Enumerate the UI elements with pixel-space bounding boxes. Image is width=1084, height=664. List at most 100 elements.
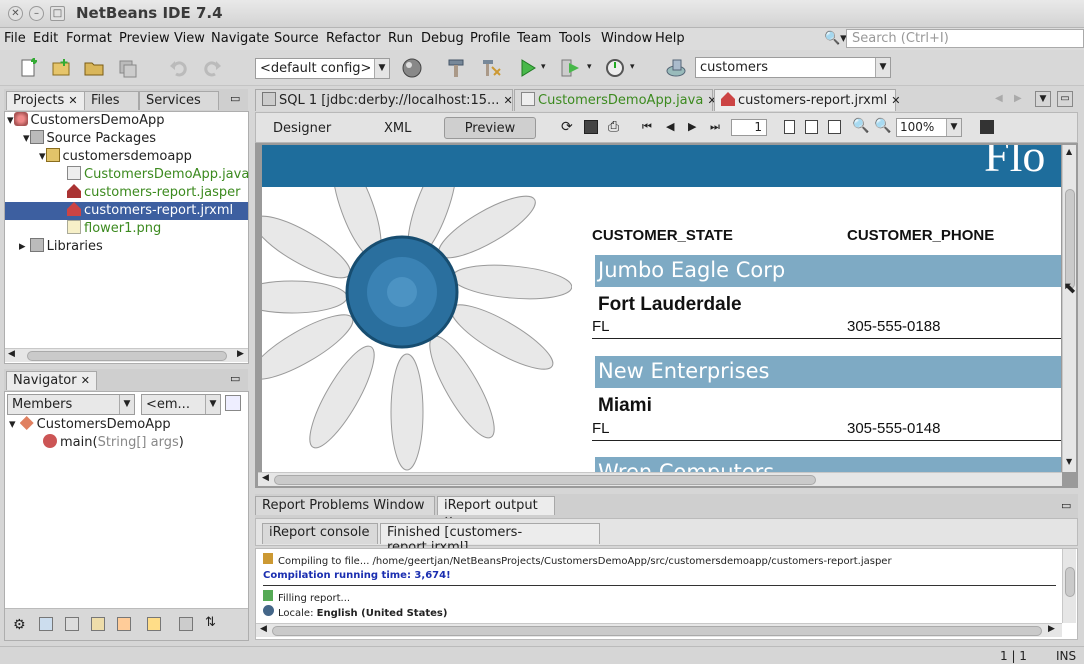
- profile-dropdown-icon[interactable]: ▾: [630, 62, 635, 72]
- scroll-thumb[interactable]: [274, 475, 816, 485]
- palette-icon-7[interactable]: [179, 617, 193, 631]
- tab-services[interactable]: Services: [139, 91, 219, 110]
- minimize-panel-icon[interactable]: ▭: [230, 92, 240, 105]
- new-file-icon[interactable]: [18, 57, 40, 79]
- menu-view[interactable]: View: [174, 31, 205, 46]
- menu-format[interactable]: Format: [66, 31, 112, 46]
- navigator-class-node[interactable]: ▾ CustomersDemoApp: [9, 416, 171, 434]
- tab-navigator[interactable]: Navigator ✕: [6, 371, 97, 390]
- scroll-right-icon[interactable]: ▶: [1048, 624, 1055, 634]
- actual-size-icon[interactable]: [784, 120, 795, 134]
- tree-file-java[interactable]: CustomersDemoApp.java: [67, 166, 249, 184]
- datasource-combo[interactable]: customers ▼: [695, 57, 891, 78]
- tree-file-png[interactable]: flower1.png: [67, 220, 161, 238]
- tab-report-problems[interactable]: Report Problems Window: [255, 496, 435, 515]
- fit-width-icon[interactable]: [828, 120, 841, 134]
- palette-icon-5[interactable]: [117, 617, 131, 631]
- maximize-editor-icon[interactable]: ▭: [1057, 91, 1073, 107]
- output-horizontal-scrollbar[interactable]: ◀ ▶: [256, 623, 1062, 637]
- datasource-icon[interactable]: [665, 57, 687, 79]
- palette-icon-4[interactable]: [91, 617, 105, 631]
- navigator-options-icon[interactable]: [225, 395, 241, 411]
- report-vertical-scrollbar[interactable]: ▲ ▼: [1062, 145, 1076, 472]
- menu-preview[interactable]: Preview: [119, 31, 170, 46]
- palette-icon-2[interactable]: [39, 617, 53, 631]
- scroll-thumb[interactable]: [1065, 189, 1075, 289]
- page-number-input[interactable]: 1: [731, 119, 767, 136]
- scroll-tabs-right-icon[interactable]: ▶: [1014, 93, 1022, 104]
- scroll-thumb[interactable]: [27, 351, 227, 361]
- save-icon[interactable]: [584, 120, 598, 134]
- close-icon[interactable]: ✕: [504, 94, 513, 107]
- close-icon[interactable]: ✕: [68, 94, 77, 107]
- tab-list-icon[interactable]: ▼: [1035, 91, 1051, 107]
- tree-source-packages[interactable]: ▾ Source Packages: [23, 130, 156, 148]
- editor-tab-jrxml[interactable]: customers-report.jrxml ✕: [714, 89, 900, 111]
- debug-dropdown-icon[interactable]: ▾: [587, 62, 592, 72]
- menu-profile[interactable]: Profile: [470, 31, 510, 46]
- clean-build-icon[interactable]: [480, 57, 502, 79]
- first-page-icon[interactable]: ⏮: [642, 120, 652, 134]
- close-icon[interactable]: ✕: [891, 94, 900, 107]
- scroll-thumb[interactable]: [1065, 567, 1075, 597]
- search-icon[interactable]: 🔍▾: [824, 31, 847, 46]
- last-page-icon[interactable]: ⏭: [710, 120, 720, 134]
- next-page-icon[interactable]: ▶: [688, 120, 696, 133]
- build-hammer-icon[interactable]: [445, 57, 467, 79]
- redo-icon[interactable]: [201, 57, 223, 79]
- close-window-button[interactable]: ✕: [8, 6, 23, 21]
- navigator-method-node[interactable]: main(String[] args): [43, 434, 184, 452]
- tab-files[interactable]: Files: [84, 91, 139, 110]
- menu-tools[interactable]: Tools: [559, 31, 591, 46]
- expand-arrow-icon[interactable]: ▸: [19, 239, 26, 254]
- menu-window[interactable]: Window: [601, 31, 652, 46]
- new-project-icon[interactable]: [50, 57, 72, 79]
- menu-file[interactable]: File: [4, 31, 26, 46]
- view-tab-xml[interactable]: XML: [384, 121, 411, 136]
- tree-libraries[interactable]: ▸ Libraries: [19, 238, 103, 256]
- menu-refactor[interactable]: Refactor: [326, 31, 381, 46]
- tab-projects[interactable]: Projects ✕: [6, 91, 85, 110]
- save-all-icon[interactable]: [117, 57, 139, 79]
- projects-horizontal-scrollbar[interactable]: ◀ ▶: [5, 348, 248, 362]
- scroll-tabs-left-icon[interactable]: ◀: [995, 93, 1003, 104]
- view-tab-designer[interactable]: Designer: [273, 121, 331, 136]
- menu-navigate[interactable]: Navigate: [211, 31, 269, 46]
- menu-help[interactable]: Help: [655, 31, 685, 46]
- globe-icon[interactable]: [401, 57, 423, 79]
- minimize-window-button[interactable]: –: [29, 6, 44, 21]
- palette-icon-6[interactable]: [147, 617, 161, 631]
- expand-arrow-icon[interactable]: ▾: [7, 113, 14, 128]
- config-combo[interactable]: <default config> ▼: [255, 58, 390, 79]
- export-icon[interactable]: [980, 120, 994, 134]
- scroll-down-icon[interactable]: ▼: [1066, 457, 1072, 466]
- undo-icon[interactable]: [168, 57, 190, 79]
- filter-combo[interactable]: <em... ▼: [141, 394, 221, 415]
- minimize-panel-icon[interactable]: ▭: [230, 372, 240, 385]
- tree-file-jrxml[interactable]: customers-report.jrxml: [5, 202, 248, 220]
- menu-team[interactable]: Team: [517, 31, 551, 46]
- tree-package[interactable]: ▾ customersdemoapp: [39, 148, 192, 166]
- editor-tab-sql[interactable]: SQL 1 [jdbc:derby://localhost:15... ✕: [255, 89, 513, 111]
- palette-sort-icon[interactable]: ⇅: [205, 615, 216, 630]
- expand-arrow-icon[interactable]: ▾: [9, 417, 16, 432]
- report-horizontal-scrollbar[interactable]: ◀: [258, 472, 1062, 486]
- debug-icon[interactable]: [559, 57, 581, 79]
- profile-icon[interactable]: [604, 57, 626, 79]
- close-icon[interactable]: ✕: [81, 374, 90, 387]
- view-tab-preview[interactable]: Preview: [444, 117, 536, 139]
- print-icon[interactable]: ⎙: [608, 119, 619, 135]
- menu-edit[interactable]: Edit: [33, 31, 58, 46]
- subtab-finished[interactable]: Finished [customers-report.jrxml]: [380, 523, 600, 555]
- scroll-left-icon[interactable]: ◀: [262, 473, 269, 483]
- zoom-combo[interactable]: 100% ▼: [896, 118, 962, 137]
- menu-run[interactable]: Run: [388, 31, 413, 46]
- search-input[interactable]: Search (Ctrl+I): [846, 29, 1084, 48]
- tree-file-jasper[interactable]: customers-report.jasper: [67, 184, 240, 202]
- scroll-up-icon[interactable]: ▲: [1066, 147, 1072, 156]
- members-combo[interactable]: Members ▼: [7, 394, 135, 415]
- previous-page-icon[interactable]: ◀: [666, 120, 674, 133]
- zoom-out-icon[interactable]: 🔍: [874, 118, 891, 134]
- scroll-right-icon[interactable]: ▶: [237, 349, 244, 359]
- editor-tab-java[interactable]: CustomersDemoApp.java ✕: [514, 89, 717, 111]
